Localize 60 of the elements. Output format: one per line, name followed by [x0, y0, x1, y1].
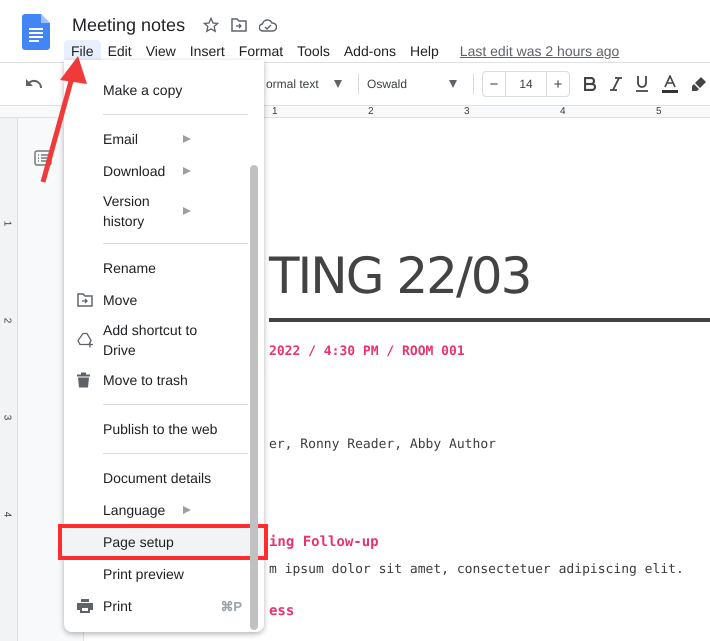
ruler-number: 4	[1, 512, 12, 518]
decrease-size-button[interactable]: −	[483, 72, 505, 96]
document-title[interactable]: Meeting notes	[72, 14, 186, 36]
menu-item[interactable]: Make a copy	[64, 74, 264, 106]
menu-tab[interactable]: Format	[232, 40, 290, 62]
menu-item[interactable]: Email	[64, 123, 264, 155]
trash-icon	[77, 372, 90, 388]
outline-icon[interactable]	[34, 150, 52, 166]
ruler-number: 2	[368, 106, 374, 118]
font-size-field[interactable]: 14	[505, 72, 547, 96]
menu-item[interactable]: Version history	[64, 187, 264, 235]
shortcut-text: ⌘P	[220, 598, 242, 614]
menu-item[interactable]: Publish to the web	[64, 413, 264, 445]
docs-logo-icon[interactable]	[22, 14, 50, 50]
paragraph-text: er, Ronny Reader, Abby Author	[269, 437, 497, 452]
menu-item[interactable]: Document details	[64, 462, 264, 494]
menu-item[interactable]: Add shortcut to Drive	[64, 316, 264, 364]
last-edit-link[interactable]: Last edit was 2 hours ago	[460, 43, 620, 59]
menu-item[interactable]: Move	[64, 284, 264, 316]
menu-item[interactable]: Page setup	[60, 526, 266, 558]
drive-shortcut-icon	[77, 332, 94, 348]
highlighter-icon[interactable]	[692, 77, 706, 91]
ruler-number: 5	[656, 106, 662, 118]
section-heading: ing Follow-up	[269, 534, 380, 550]
menu-item[interactable]: Print ⌘P	[64, 590, 264, 622]
section-heading: ess	[269, 603, 296, 619]
bold-icon[interactable]	[584, 77, 596, 91]
underline-icon[interactable]	[636, 76, 648, 92]
ruler-number: 4	[560, 106, 566, 118]
ruler-number: 3	[464, 106, 470, 118]
ruler-number: 2	[1, 318, 12, 324]
meeting-details: 2022 / 4:30 PM / ROOM 001	[269, 344, 466, 359]
increase-size-button[interactable]: +	[547, 72, 569, 96]
menu-tab[interactable]: Insert	[182, 40, 232, 62]
ruler-number: 1	[272, 106, 278, 118]
menu-tab[interactable]: Tools	[290, 40, 337, 62]
menu-item[interactable]: Language	[64, 494, 264, 526]
folder-arrow-icon	[77, 293, 93, 307]
menu-item[interactable]: Rename	[64, 252, 264, 284]
folder-arrow-icon[interactable]	[231, 18, 248, 32]
menu-tab[interactable]: Edit	[100, 40, 139, 62]
font-dropdown[interactable]: Oswald	[367, 77, 465, 91]
star-icon[interactable]	[203, 17, 220, 33]
menu-item[interactable]: Print preview	[64, 558, 264, 590]
undo-icon[interactable]	[26, 79, 42, 89]
scrollbar[interactable]	[250, 165, 258, 630]
italic-icon[interactable]	[610, 77, 622, 91]
ruler-number: 3	[1, 414, 12, 420]
menu-tab[interactable]: Help	[402, 40, 446, 62]
paragraph-text: m ipsum dolor sit amet, consectetuer adipiscing elit.	[269, 562, 685, 577]
paragraph-style-dropdown[interactable]: ormal text	[266, 77, 350, 91]
ruler-number: 1	[1, 220, 12, 226]
menu-tab[interactable]: View	[138, 40, 183, 62]
printer-icon	[77, 599, 93, 613]
menu-item[interactable]: Download	[64, 155, 264, 187]
menu-tab[interactable]: Add-ons	[336, 40, 403, 62]
menu-item[interactable]: Move to trash	[64, 364, 264, 396]
document-heading: TING 22/03	[269, 246, 532, 306]
cloud-check-icon[interactable]	[259, 18, 278, 32]
text-color-icon[interactable]	[662, 75, 678, 93]
